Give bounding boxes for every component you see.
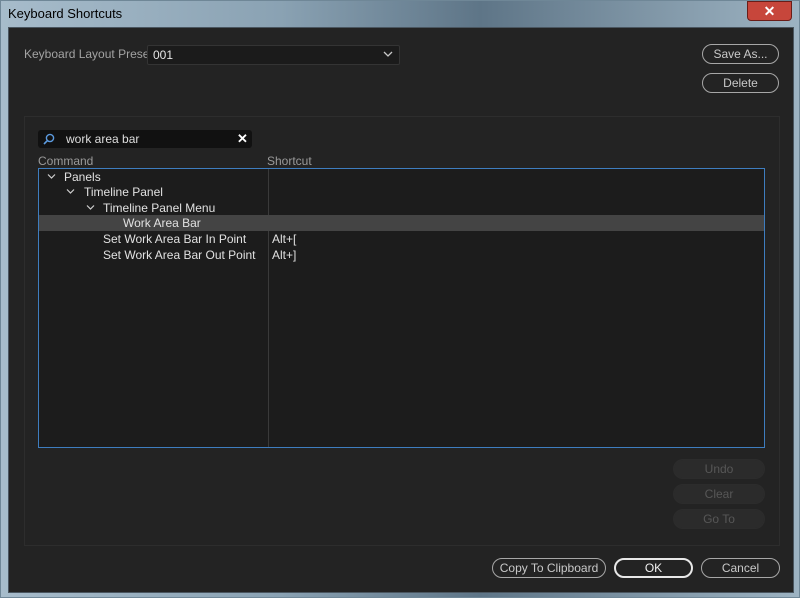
save-as-button[interactable]: Save As... bbox=[702, 44, 779, 64]
command-column-header[interactable]: Command bbox=[38, 154, 93, 168]
tree-row[interactable]: Set Work Area Bar In Point Alt+[ bbox=[39, 231, 764, 247]
close-button[interactable]: ✕ bbox=[747, 1, 792, 21]
tree-row-label: Timeline Panel bbox=[84, 185, 163, 199]
window-title: Keyboard Shortcuts bbox=[8, 6, 123, 21]
chevron-down-icon bbox=[383, 51, 393, 57]
search-input[interactable]: work area bar bbox=[66, 132, 139, 146]
delete-button[interactable]: Delete bbox=[702, 73, 779, 93]
tree-row[interactable]: Timeline Panel bbox=[39, 184, 764, 200]
keyboard-shortcuts-window: Keyboard Shortcuts ✕ Keyboard Layout Pre… bbox=[0, 0, 800, 598]
dialog-content: Keyboard Layout Preset: 001 Save As... D… bbox=[8, 27, 794, 593]
search-icon bbox=[43, 133, 55, 145]
tree-row[interactable]: Panels bbox=[39, 169, 764, 185]
tree-row-label: Set Work Area Bar In Point bbox=[103, 232, 247, 246]
title-bar[interactable]: Keyboard Shortcuts ✕ bbox=[1, 1, 799, 27]
tree-row[interactable]: Timeline Panel Menu bbox=[39, 200, 764, 216]
chevron-down-icon[interactable] bbox=[86, 204, 95, 211]
ok-button[interactable]: OK bbox=[614, 558, 693, 578]
go-to-button[interactable]: Go To bbox=[673, 509, 765, 529]
tree-row-label: Timeline Panel Menu bbox=[103, 201, 216, 215]
chevron-down-icon[interactable] bbox=[47, 173, 56, 180]
tree-row-shortcut[interactable]: Alt+[ bbox=[272, 232, 296, 246]
preset-label: Keyboard Layout Preset: bbox=[24, 47, 157, 61]
tree-row-shortcut[interactable]: Alt+] bbox=[272, 248, 296, 262]
tree-row-selected[interactable]: Work Area Bar bbox=[39, 215, 764, 231]
copy-to-clipboard-button[interactable]: Copy To Clipboard bbox=[492, 558, 606, 578]
shortcut-column-header[interactable]: Shortcut bbox=[267, 154, 312, 168]
preset-dropdown[interactable]: 001 bbox=[147, 45, 400, 65]
tree-row-label: Work Area Bar bbox=[123, 216, 201, 230]
commands-tree[interactable]: Panels Timeline Panel Timeline Panel Men… bbox=[38, 168, 765, 448]
tree-row-label: Panels bbox=[64, 170, 101, 184]
cancel-button[interactable]: Cancel bbox=[701, 558, 780, 578]
undo-button[interactable]: Undo bbox=[673, 459, 765, 479]
clear-button[interactable]: Clear bbox=[673, 484, 765, 504]
close-icon: ✕ bbox=[763, 3, 776, 19]
tree-row-label: Set Work Area Bar Out Point bbox=[103, 248, 256, 262]
tree-row[interactable]: Set Work Area Bar Out Point Alt+] bbox=[39, 247, 764, 263]
clear-icon[interactable]: ✕ bbox=[237, 132, 248, 146]
search-field[interactable]: work area bar ✕ bbox=[38, 130, 252, 148]
preset-value: 001 bbox=[153, 48, 174, 62]
chevron-down-icon[interactable] bbox=[66, 188, 75, 195]
